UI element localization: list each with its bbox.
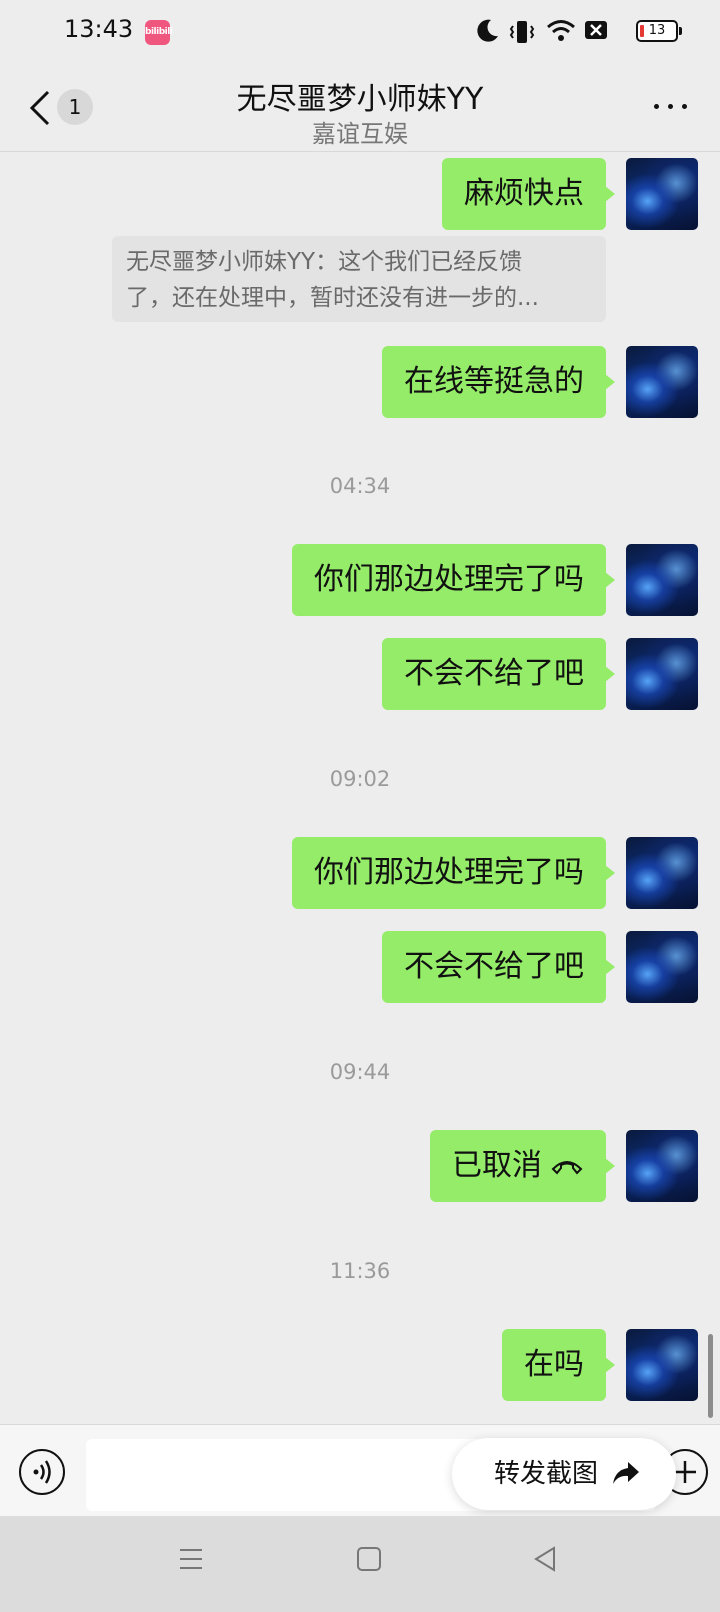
message-bubble[interactable]: 在线等挺急的 — [382, 346, 615, 418]
unread-count-badge[interactable]: 1 — [57, 89, 93, 125]
chat-header: 1 无尽噩梦小师妹YY 嘉谊互娱 — [0, 64, 720, 152]
user-avatar[interactable] — [626, 158, 698, 230]
quote-line: 了，还在处理中，暂时还没有进一步的... — [126, 285, 539, 311]
quote-line: 无尽噩梦小师妹YY：这个我们已经反馈 — [126, 249, 523, 275]
share-arrow-icon — [613, 1462, 639, 1484]
more-options-button[interactable] — [650, 96, 690, 116]
call-status-label: 已取消 — [452, 1148, 542, 1183]
call-cancelled-bubble[interactable]: 已取消 — [430, 1130, 615, 1202]
back-triangle-icon[interactable] — [532, 1546, 558, 1572]
status-time: 13:43 — [64, 15, 134, 43]
chat-title: 无尽噩梦小师妹YY — [236, 82, 484, 117]
user-avatar[interactable] — [626, 1130, 698, 1202]
sim-off-icon — [585, 21, 607, 39]
system-nav-bar — [0, 1516, 720, 1612]
message-bubble[interactable]: 不会不给了吧 — [382, 638, 615, 710]
battery-icon: 13 — [636, 20, 682, 42]
message-timestamp: 09:02 — [329, 767, 391, 791]
user-avatar[interactable] — [626, 544, 698, 616]
more-dot-icon — [654, 104, 659, 109]
user-avatar[interactable] — [626, 1329, 698, 1401]
message-timestamp: 09:44 — [329, 1060, 391, 1084]
home-icon[interactable] — [356, 1546, 382, 1572]
more-dot-icon — [668, 104, 673, 109]
status-bar: 13:43 bilibili 13 — [0, 0, 720, 64]
user-avatar[interactable] — [626, 837, 698, 909]
user-avatar[interactable] — [626, 931, 698, 1003]
voice-input-button[interactable] — [19, 1449, 65, 1495]
user-avatar[interactable] — [626, 346, 698, 418]
forward-screenshot-label: 转发截图 — [494, 1459, 599, 1489]
more-dot-icon — [682, 104, 687, 109]
quoted-reply[interactable]: 无尽噩梦小师妹YY：这个我们已经反馈 了，还在处理中，暂时还没有进一步的... — [112, 236, 606, 322]
message-timestamp: 04:34 — [329, 474, 391, 498]
back-arrow-icon[interactable] — [28, 88, 52, 128]
chat-subtitle: 嘉谊互娱 — [312, 120, 408, 148]
wifi-icon — [547, 20, 575, 41]
scrollbar[interactable] — [708, 1334, 713, 1418]
phone-hangup-icon — [551, 1161, 583, 1175]
message-bubble[interactable]: 你们那边处理完了吗 — [292, 837, 615, 909]
message-bubble[interactable]: 麻烦快点 — [442, 158, 615, 230]
vibrate-icon — [509, 21, 535, 43]
forward-screenshot-button[interactable]: 转发截图 — [452, 1438, 676, 1510]
menu-icon[interactable] — [178, 1546, 204, 1572]
voice-icon — [33, 1460, 51, 1484]
message-bubble[interactable]: 在吗 — [502, 1329, 615, 1401]
message-bubble[interactable]: 你们那边处理完了吗 — [292, 544, 615, 616]
moon-icon — [477, 19, 498, 42]
message-timestamp: 11:36 — [329, 1259, 391, 1283]
bilibili-app-icon: bilibili — [145, 20, 173, 45]
message-bubble[interactable]: 不会不给了吧 — [382, 931, 615, 1003]
user-avatar[interactable] — [626, 638, 698, 710]
